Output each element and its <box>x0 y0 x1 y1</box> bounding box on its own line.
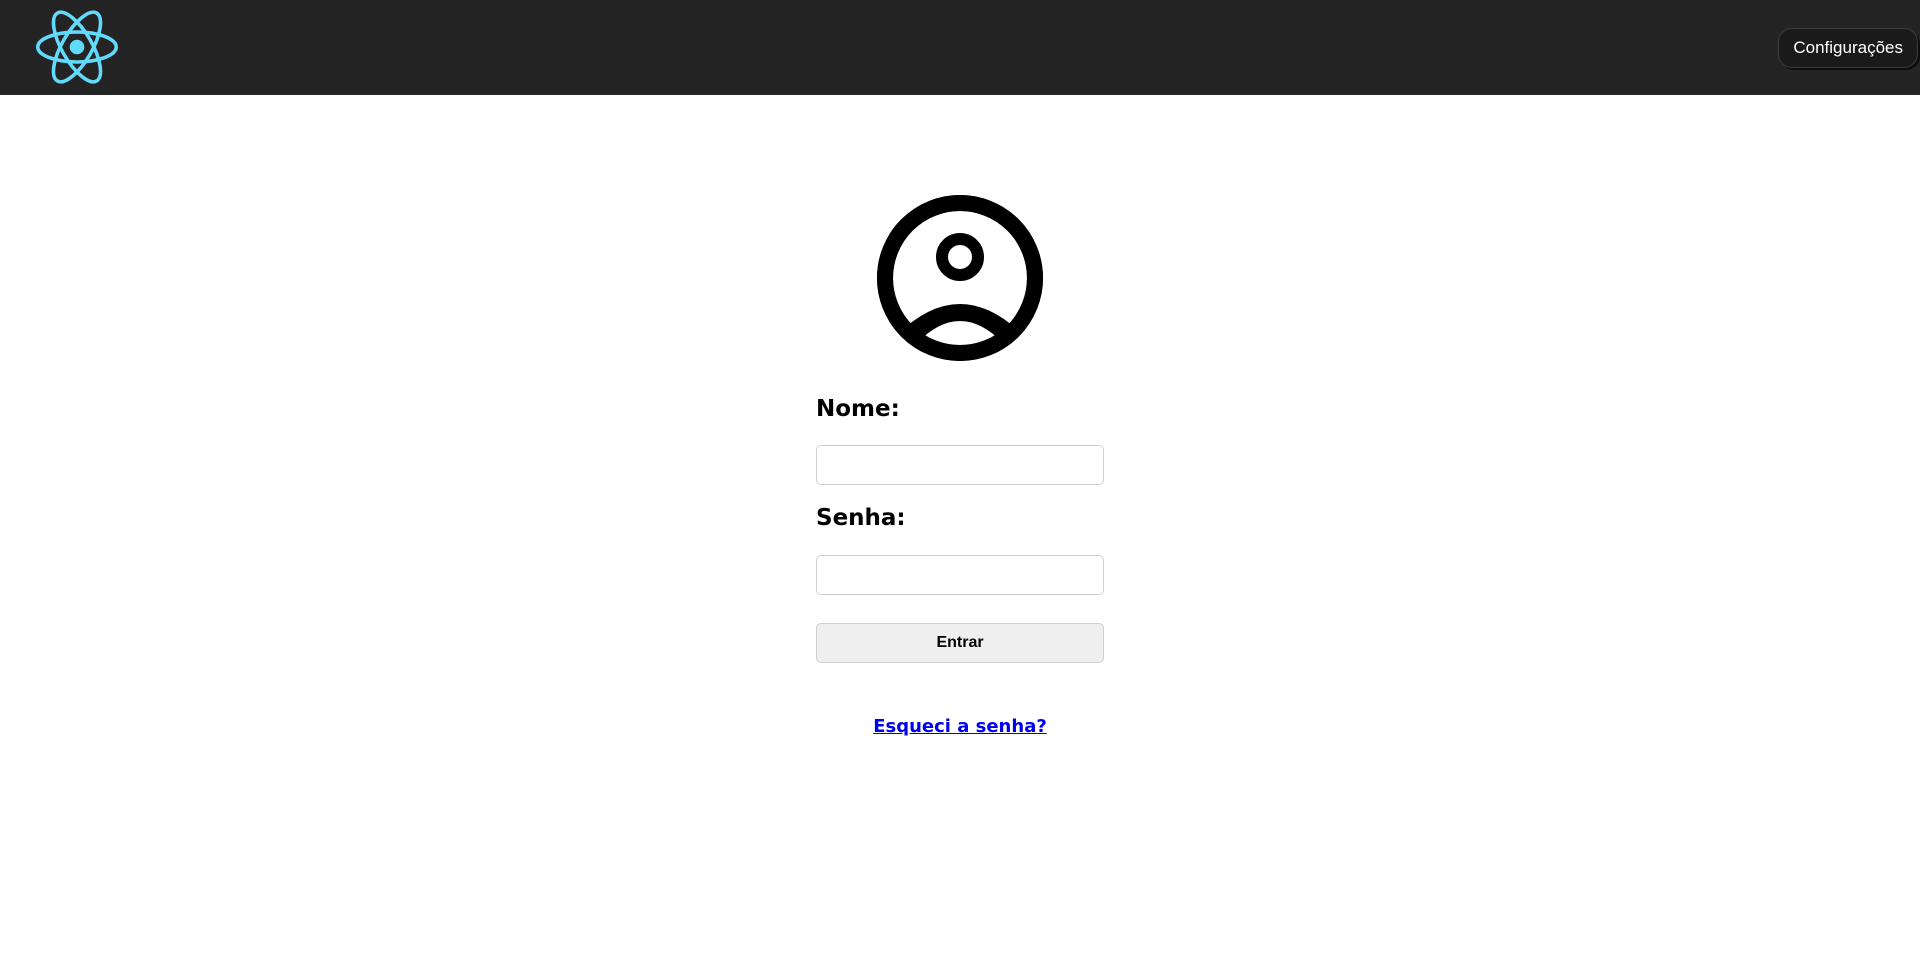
user-circle-icon <box>877 195 1043 361</box>
forgot-password-container: Esqueci a senha? <box>0 716 1920 737</box>
name-label: Nome: <box>816 396 900 422</box>
react-atom-icon[interactable] <box>36 8 118 86</box>
top-navbar: Configurações <box>0 0 1920 95</box>
password-label: Senha: <box>816 505 906 531</box>
name-input[interactable] <box>816 445 1104 485</box>
settings-button[interactable]: Configurações <box>1778 28 1918 68</box>
password-input[interactable] <box>816 555 1104 595</box>
login-button[interactable]: Entrar <box>816 623 1104 663</box>
forgot-password-link[interactable]: Esqueci a senha? <box>873 716 1047 737</box>
login-page: Nome: Senha: Entrar Esqueci a senha? <box>0 95 1920 962</box>
